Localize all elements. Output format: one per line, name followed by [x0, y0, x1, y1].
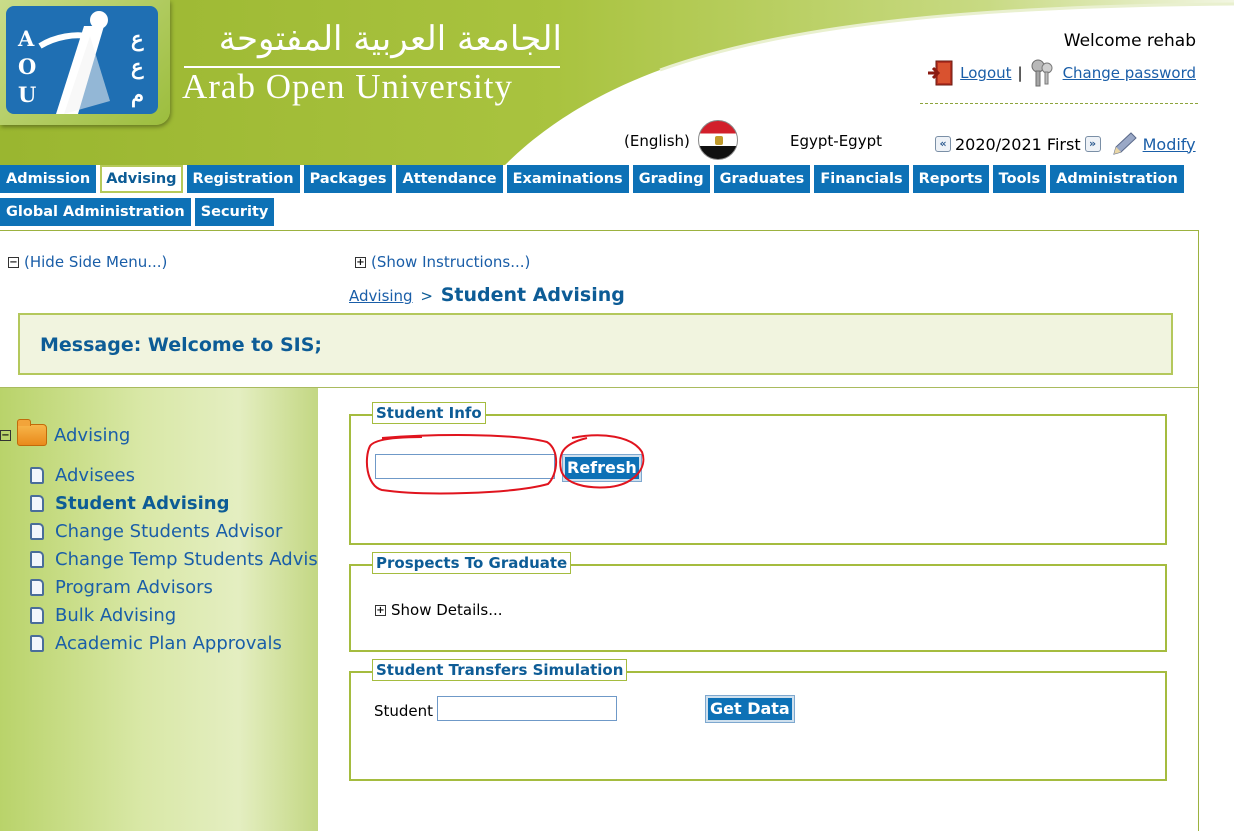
logo-letter: O — [18, 54, 37, 79]
show-instructions-toggle[interactable]: + (Show Instructions...) — [355, 253, 530, 271]
page-icon — [30, 522, 44, 540]
country-label: Egypt-Egypt — [790, 132, 882, 150]
university-name-english: Arab Open University — [182, 67, 514, 106]
pencil-icon[interactable] — [1109, 130, 1139, 158]
logo-letter: A — [18, 26, 35, 51]
menu-attendance[interactable]: Attendance — [396, 165, 503, 193]
collapse-icon: − — [8, 257, 19, 268]
side-menu-root[interactable]: − Advising — [0, 419, 131, 446]
collapse-icon[interactable]: − — [0, 429, 11, 441]
page-icon — [30, 606, 44, 624]
side-item-label: Advisees — [55, 464, 135, 486]
logout-door-icon[interactable] — [926, 59, 956, 87]
show-instructions-label: (Show Instructions...) — [371, 253, 531, 271]
main-menu: Admission Advising Registration Packages… — [0, 165, 1188, 193]
side-item-change-temp-students-advisor[interactable]: Change Temp Students Advisor — [30, 545, 318, 573]
side-item-academic-plan-approvals[interactable]: Academic Plan Approvals — [30, 629, 318, 657]
change-password-link[interactable]: Change password — [1063, 64, 1196, 82]
message-text: Message: Welcome to SIS; — [40, 334, 323, 356]
transfers-legend: Student Transfers Simulation — [372, 659, 628, 681]
menu-examinations[interactable]: Examinations — [506, 165, 629, 193]
logo-letter: م — [131, 82, 145, 107]
logo-letter: ع — [131, 54, 144, 79]
student-info-legend: Student Info — [372, 402, 486, 424]
side-item-label: Change Temp Students Advisor — [55, 548, 318, 570]
menu-financials[interactable]: Financials — [814, 165, 909, 193]
account-links: Logout | Change password — [926, 58, 1196, 88]
breadcrumb-advising-link[interactable]: Advising — [349, 287, 413, 305]
menu-advising[interactable]: Advising — [100, 165, 183, 193]
language-label[interactable]: (English) — [624, 132, 690, 150]
menu-tools[interactable]: Tools — [992, 165, 1047, 193]
side-item-bulk-advising[interactable]: Bulk Advising — [30, 601, 318, 629]
side-menu-root-label: Advising — [54, 424, 131, 446]
page-icon — [30, 550, 44, 568]
menu-packages[interactable]: Packages — [303, 165, 393, 193]
menu-security[interactable]: Security — [194, 198, 275, 226]
menu-registration[interactable]: Registration — [186, 165, 300, 193]
page-icon — [30, 494, 44, 512]
student-id-input[interactable] — [375, 454, 555, 479]
side-menu-items: Advisees Student Advising Change Student… — [30, 461, 318, 657]
show-details-label: Show Details... — [391, 601, 503, 619]
breadcrumb-separator: > — [420, 287, 433, 305]
transfer-student-input[interactable] — [437, 696, 617, 721]
side-item-label: Academic Plan Approvals — [55, 632, 282, 654]
modify-link[interactable]: Modify — [1143, 135, 1196, 154]
menu-administration[interactable]: Administration — [1050, 165, 1184, 193]
side-item-label: Program Advisors — [55, 576, 213, 598]
current-term: 2020/2021 First — [955, 134, 1081, 154]
hide-side-menu-toggle[interactable]: − (Hide Side Menu...) — [8, 253, 167, 271]
side-item-advisees[interactable]: Advisees — [30, 461, 318, 489]
next-term-icon[interactable]: » — [1084, 136, 1101, 152]
folder-icon — [17, 419, 47, 446]
refresh-button[interactable]: Refresh — [562, 454, 642, 482]
side-item-label: Student Advising — [55, 492, 230, 514]
logo-letter: ع — [131, 26, 144, 51]
side-item-program-advisors[interactable]: Program Advisors — [30, 573, 318, 601]
prospects-legend: Prospects To Graduate — [372, 552, 572, 574]
header-divider — [920, 103, 1198, 104]
logout-link[interactable]: Logout — [960, 64, 1011, 82]
welcome-text: Welcome rehab — [1063, 31, 1196, 51]
page-icon — [30, 634, 44, 652]
egypt-flag-icon[interactable] — [698, 120, 738, 160]
get-data-button[interactable]: Get Data — [705, 695, 795, 723]
expand-icon: + — [375, 605, 386, 616]
menu-graduates[interactable]: Graduates — [713, 165, 811, 193]
term-selector: « 2020/2021 First » Modify — [935, 130, 1196, 158]
logo-letter: U — [18, 82, 37, 107]
hide-side-menu-label: (Hide Side Menu...) — [24, 253, 168, 271]
menu-grading[interactable]: Grading — [632, 165, 710, 193]
logo-emblem: A O U ع ع م — [6, 6, 158, 114]
secondary-menu: Global Administration Security — [0, 198, 278, 226]
message-box: Message: Welcome to SIS; — [18, 313, 1173, 375]
menu-reports[interactable]: Reports — [912, 165, 989, 193]
show-details-toggle[interactable]: + Show Details... — [375, 601, 503, 619]
menu-admission[interactable]: Admission — [0, 165, 97, 193]
previous-term-icon[interactable]: « — [935, 136, 951, 152]
page-icon — [30, 578, 44, 596]
student-label: Student — [374, 702, 434, 720]
link-separator: | — [1017, 64, 1023, 82]
university-logo[interactable]: A O U ع ع م — [0, 0, 170, 125]
side-item-label: Bulk Advising — [55, 604, 177, 626]
side-item-label: Change Students Advisor — [55, 520, 283, 542]
page-title: Student Advising — [440, 284, 625, 306]
side-item-change-students-advisor[interactable]: Change Students Advisor — [30, 517, 318, 545]
transfers-panel: Student Transfers Simulation Student Get… — [349, 659, 1167, 781]
university-name-arabic: الجامعة العربية المفتوحة — [218, 19, 562, 59]
student-info-panel: Student Info Refresh — [349, 402, 1167, 545]
menu-global-administration[interactable]: Global Administration — [0, 198, 191, 226]
prospects-panel: Prospects To Graduate + Show Details... — [349, 552, 1167, 652]
side-item-student-advising[interactable]: Student Advising — [30, 489, 318, 517]
expand-icon: + — [355, 257, 366, 268]
breadcrumb: Advising > Student Advising — [349, 284, 625, 306]
keys-icon — [1031, 59, 1053, 87]
page-icon — [30, 466, 44, 484]
